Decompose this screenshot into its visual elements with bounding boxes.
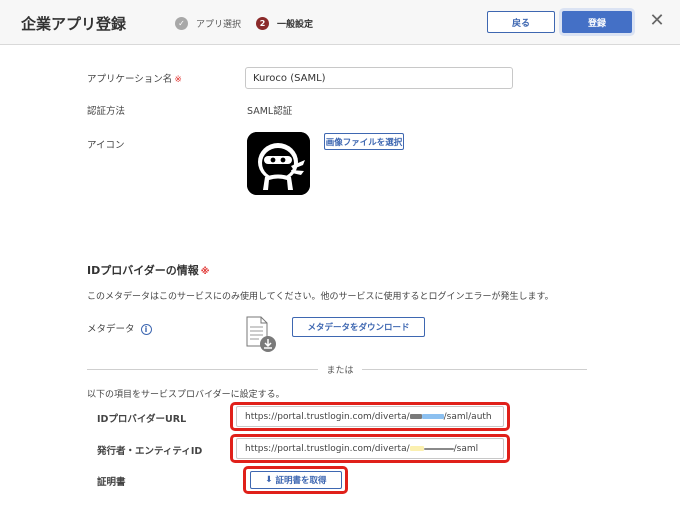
idp-url-field[interactable]: https://portal.trustlogin.com/diverta/ /… <box>236 406 504 427</box>
idp-url-prefix: https://portal.trustlogin.com/diverta/ <box>245 411 410 422</box>
metadata-note: このメタデータはこのサービスにのみ使用してください。他のサービスに使用するとログ… <box>87 292 554 302</box>
idp-section-title-text: IDプロバイダーの情報 <box>87 264 199 277</box>
auth-method-label: 認証方法 <box>87 106 126 117</box>
checkmark-icon: ✓ <box>175 17 188 30</box>
step-app-select-label: アプリ選択 <box>196 20 242 30</box>
divider-right <box>362 369 587 370</box>
metadata-label-text: メタデータ <box>87 324 135 335</box>
step-app-select: ✓ アプリ選択 <box>175 17 241 30</box>
get-certificate-button[interactable]: ⬇ 証明書を取得 <box>250 471 342 489</box>
auth-method-value: SAML認証 <box>247 106 293 117</box>
step-number-badge: 2 <box>256 17 269 30</box>
idp-url-suffix: /saml/auth <box>443 411 492 422</box>
header-bar: 企業アプリ登録 ✓ アプリ選択 2 一般設定 戻る 登録 ✕ <box>0 0 680 45</box>
masked-segment <box>421 414 444 419</box>
idp-section-title: IDプロバイダーの情報 ※ <box>87 262 210 278</box>
app-icon-image <box>247 132 310 195</box>
ninja-icon <box>247 132 310 195</box>
certificate-label: 証明書 <box>97 477 126 488</box>
issuer-prefix: https://portal.trustlogin.com/diverta/ <box>245 443 410 454</box>
page-title: 企業アプリ登録 <box>21 15 127 33</box>
app-name-label-text: アプリケーション名 <box>87 74 173 85</box>
info-icon[interactable]: i <box>140 324 152 335</box>
idp-url-label: IDプロバイダーURL <box>97 414 187 425</box>
issuer-suffix: /saml <box>453 443 479 454</box>
register-button[interactable]: 登録 <box>562 11 632 33</box>
app-name-label: アプリケーション名 ※ <box>87 71 182 85</box>
icon-label: アイコン <box>87 140 125 151</box>
instruction-text: 以下の項目をサービスプロバイダーに設定する。 <box>87 390 285 400</box>
app-name-input[interactable]: Kuroco (SAML) <box>245 67 513 89</box>
download-metadata-button[interactable]: メタデータをダウンロード <box>292 317 425 337</box>
file-download-icon <box>244 316 280 354</box>
step-general-settings: 2 一般設定 <box>256 17 313 30</box>
or-label: または <box>326 366 354 376</box>
masked-segment <box>423 447 454 450</box>
issuer-field[interactable]: https://portal.trustlogin.com/diverta/ /… <box>236 438 504 459</box>
issuer-label: 発行者・エンティティID <box>97 446 203 457</box>
step-general-settings-label: 一般設定 <box>277 20 314 30</box>
metadata-label: メタデータ i <box>87 321 152 335</box>
document-icon <box>246 316 276 352</box>
back-button[interactable]: 戻る <box>487 11 555 33</box>
required-mark-idp: ※ <box>200 267 210 277</box>
get-certificate-label: 証明書を取得 <box>275 476 327 486</box>
download-icon: ⬇ <box>265 475 273 485</box>
masked-segment <box>409 414 422 419</box>
select-image-button[interactable]: 画像ファイルを選択 <box>324 133 404 150</box>
masked-segment <box>409 446 424 451</box>
divider-left <box>87 369 318 370</box>
required-mark: ※ <box>174 75 182 85</box>
close-icon[interactable]: ✕ <box>649 12 665 30</box>
